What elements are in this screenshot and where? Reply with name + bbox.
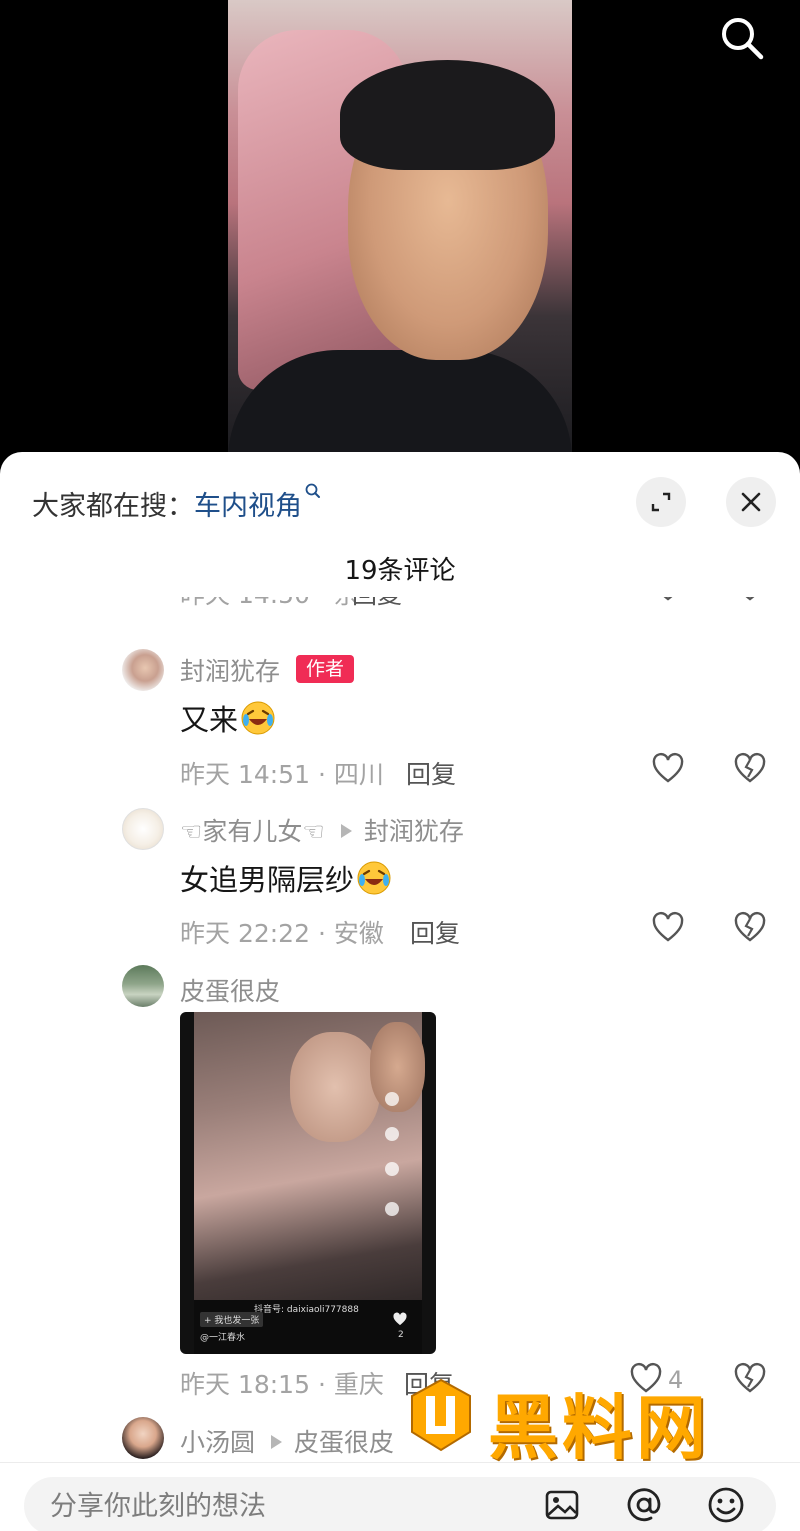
comment-meta: 昨天 22:22 · 安徽 [180, 919, 384, 948]
dislike-icon [734, 752, 766, 783]
comment-username[interactable]: ☜家有儿女☜ 封润犹存 [180, 812, 464, 848]
dislike-button[interactable] [730, 908, 770, 948]
comment-text-body: 又来 [180, 703, 239, 737]
like-button[interactable] [648, 749, 688, 789]
comment-username[interactable]: 小汤圆 皮蛋很皮 [180, 1423, 394, 1459]
image-post-button: + 我也发一张 [200, 1312, 264, 1327]
image-comment-dot [385, 1162, 399, 1176]
trending-search[interactable]: 大家都在搜：车内视角 [32, 483, 322, 523]
reply-arrow-icon [340, 824, 352, 838]
heart-icon [663, 597, 673, 601]
comment-count: 19条评论 [344, 556, 456, 586]
comment-meta: 昨天 14:51 · 四川 [180, 760, 384, 789]
reply-target[interactable]: 封润犹存 [364, 817, 464, 846]
comment-input-bar [0, 1462, 800, 1531]
image-source: @一江春水 [200, 1333, 246, 1343]
expand-icon [651, 492, 671, 512]
mention-button[interactable] [622, 1483, 666, 1527]
dislike-button[interactable] [730, 1359, 770, 1399]
dislike-icon [734, 1362, 766, 1393]
avatar[interactable] [122, 808, 164, 850]
reply-author[interactable]: 小汤圆 [180, 1428, 255, 1457]
sheet-header: 大家都在搜：车内视角 19条评论 [0, 452, 800, 586]
video-subject-hair [340, 60, 555, 170]
comment-username[interactable]: 封润犹存 [180, 652, 280, 688]
video-subject-shirt [228, 350, 572, 452]
at-icon [627, 1488, 661, 1522]
comment-list[interactable]: 昨天 14:50 · 京 回复 封润犹存 作者 又来 昨天 14:51 · 四川… [0, 597, 800, 1459]
avatar[interactable] [122, 965, 164, 1007]
search-icon [722, 18, 764, 60]
reply-author[interactable]: ☜家有儿女☜ [180, 817, 325, 846]
video-frame [228, 0, 572, 452]
emoji-icon [708, 1487, 744, 1523]
comment-meta: 昨天 14:50 · 京 [180, 597, 359, 611]
comment-username[interactable]: 皮蛋很皮 [180, 972, 280, 1008]
avatar[interactable] [122, 649, 164, 691]
dislike-icon [745, 597, 755, 601]
close-icon [741, 492, 761, 512]
mini-search-icon [305, 483, 320, 498]
dislike-button[interactable] [730, 749, 770, 789]
comment-text: 又来 [180, 697, 276, 739]
comment-image[interactable]: 抖音号: daixiaoli777888 + 我也发一张 @一江春水 2 [180, 1012, 436, 1354]
reply-button[interactable]: 回复 [406, 755, 456, 791]
image-share-dot [385, 1202, 399, 1216]
comment-text: 女追男隔层纱 [180, 857, 392, 899]
image-account-id: 抖音号: daixiaoli777888 [254, 1305, 359, 1315]
avatar[interactable] [122, 1417, 164, 1459]
like-button[interactable] [648, 908, 688, 948]
close-button[interactable] [726, 477, 776, 527]
comment-text-body: 女追男隔层纱 [180, 863, 355, 897]
author-badge: 作者 [296, 655, 354, 683]
search-button[interactable] [716, 12, 768, 64]
image-picker-button[interactable] [540, 1483, 584, 1527]
reply-target[interactable]: 皮蛋很皮 [294, 1428, 394, 1457]
image-icon [545, 1490, 579, 1520]
reply-button[interactable]: 回复 [352, 597, 402, 611]
expand-button[interactable] [636, 477, 686, 527]
image-avatar-dot [385, 1092, 399, 1106]
like-button[interactable] [648, 597, 688, 607]
dislike-icon [734, 911, 766, 942]
heart-icon [630, 1362, 662, 1393]
trending-search-term[interactable]: 车内视角 [194, 491, 302, 522]
emoji-picker-button[interactable] [704, 1483, 748, 1527]
dislike-button[interactable] [730, 597, 770, 607]
reply-arrow-icon [271, 1435, 283, 1449]
like-button[interactable] [626, 1359, 666, 1399]
heart-icon [652, 752, 684, 783]
like-count: 4 [668, 1366, 684, 1394]
laughing-crying-emoji-icon [241, 701, 275, 735]
comment-meta: 昨天 18:15 · 重庆 [180, 1370, 384, 1399]
image-heart-dot [385, 1127, 399, 1141]
laughing-crying-emoji-icon [357, 861, 391, 895]
trending-search-label: 大家都在搜： [32, 491, 194, 522]
image-like-count: 2 [398, 1330, 404, 1340]
image-heart-icon [393, 1312, 407, 1326]
heart-icon [652, 911, 684, 942]
comment-sheet: 大家都在搜：车内视角 19条评论 昨天 14:50 · 京 回复 [0, 452, 800, 1531]
reply-button[interactable]: 回复 [404, 1365, 454, 1401]
video-player[interactable] [0, 0, 800, 470]
reply-button[interactable]: 回复 [410, 914, 460, 950]
image-person [290, 1032, 380, 1142]
